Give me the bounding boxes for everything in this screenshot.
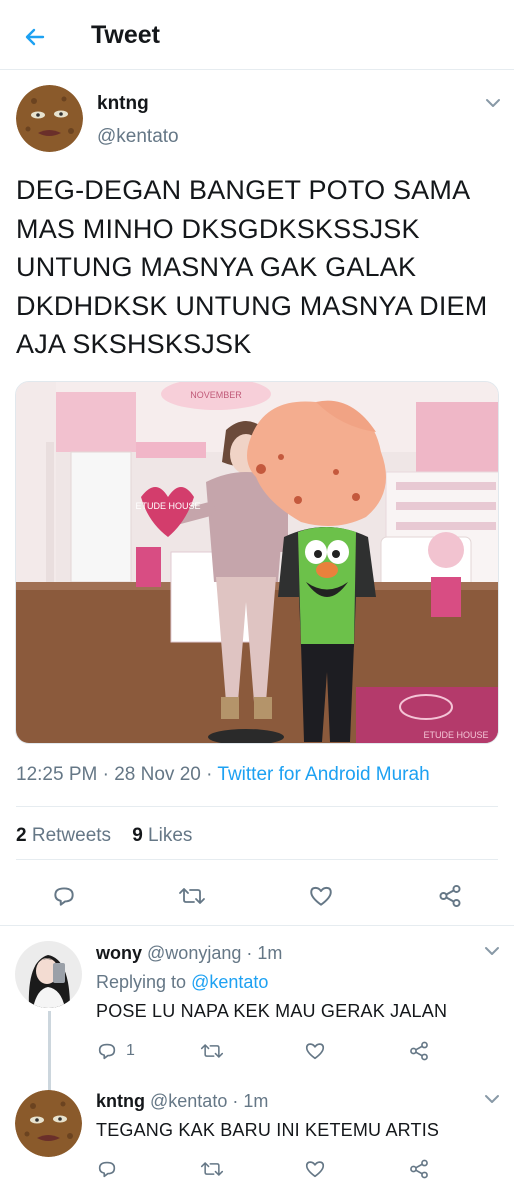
avatar[interactable] xyxy=(15,1090,82,1157)
share-button[interactable] xyxy=(408,1036,430,1066)
replying-to-mention[interactable]: @kentato xyxy=(191,972,268,992)
tweet-stats: 2 Retweets 9 Likes xyxy=(16,825,192,847)
media-sign-text: NOVEMBER xyxy=(190,390,242,400)
share-icon xyxy=(410,1041,428,1061)
share-button[interactable] xyxy=(408,1154,430,1184)
reply-age: 1m xyxy=(243,1091,269,1111)
retweet-button[interactable] xyxy=(200,1154,224,1184)
like-button[interactable] xyxy=(304,1036,326,1066)
chevron-down-icon[interactable] xyxy=(482,941,502,961)
avatar[interactable] xyxy=(16,85,83,152)
replying-to-label: Replying to xyxy=(96,972,192,992)
retweets-label: Retweets xyxy=(26,825,112,846)
like-button[interactable] xyxy=(304,1154,326,1184)
retweets-count: 2 xyxy=(16,825,27,846)
retweet-button[interactable] xyxy=(200,1036,224,1066)
like-button[interactable] xyxy=(301,876,341,916)
reply-author-name[interactable]: wony xyxy=(96,943,142,963)
tweet-source-link[interactable]: Twitter for Android Murah xyxy=(217,764,429,785)
comment-icon xyxy=(54,887,74,906)
tweet-actions xyxy=(0,876,514,924)
avatar[interactable] xyxy=(15,941,82,1008)
arrow-left-icon xyxy=(25,28,45,46)
retweets-stat[interactable]: 2 Retweets xyxy=(16,825,111,846)
top-bar: Tweet xyxy=(0,0,514,70)
reply-actions xyxy=(96,1154,496,1184)
heart-icon xyxy=(305,1043,325,1060)
tweet-time: 12:25 PM xyxy=(16,764,98,785)
meta-separator: · xyxy=(200,764,218,785)
chevron-down-icon[interactable] xyxy=(482,1089,502,1109)
reply-text: POSE LU NAPA KEK MAU GERAK JALAN xyxy=(96,1001,448,1021)
retweet-icon xyxy=(200,1044,224,1058)
meta-separator: · xyxy=(97,764,115,785)
tweet-date: 28 Nov 20 xyxy=(114,764,201,785)
reply-age: 1m xyxy=(257,943,283,963)
reply-count: 1 xyxy=(126,1042,135,1059)
reply-button[interactable] xyxy=(96,1154,118,1184)
reply-actions: 1 xyxy=(96,1036,496,1066)
retweet-icon xyxy=(179,888,205,904)
share-button[interactable] xyxy=(430,876,470,916)
tweet-photo[interactable]: NOVEMBER ETUDE HOUSE ETUDE HOUSE xyxy=(15,381,499,744)
reply-header: wony @wonyjang · 1m xyxy=(96,943,283,963)
tweet-meta: 12:25 PM · 28 Nov 20 · Twitter for Andro… xyxy=(16,764,430,786)
media-heart-text: ETUDE HOUSE xyxy=(135,501,200,511)
likes-label: Likes xyxy=(142,825,193,846)
reply-button[interactable]: 1 xyxy=(96,1036,135,1066)
chevron-down-icon[interactable] xyxy=(483,93,503,113)
reply-header: kntng @kentato · 1m xyxy=(96,1091,269,1111)
share-icon xyxy=(410,1159,428,1179)
author-name[interactable]: kntng xyxy=(97,93,149,115)
reply-author-handle[interactable]: @wonyjang xyxy=(147,943,241,963)
page-title: Tweet xyxy=(91,21,160,49)
divider xyxy=(16,806,498,807)
likes-stat[interactable]: 9 Likes xyxy=(132,825,192,846)
replying-to: Replying to @kentato xyxy=(96,972,268,993)
likes-count: 9 xyxy=(132,825,143,846)
heart-icon xyxy=(310,886,332,906)
reply-text: TEGANG KAK BARU INI KETEMU ARTIS xyxy=(96,1120,440,1140)
comment-icon xyxy=(98,1161,116,1178)
share-icon xyxy=(439,884,461,908)
media-mat-text: ETUDE HOUSE xyxy=(423,730,488,740)
author-handle[interactable]: @kentato xyxy=(97,126,179,148)
heart-icon xyxy=(305,1161,325,1178)
reply-button[interactable] xyxy=(44,876,84,916)
comment-icon xyxy=(98,1043,116,1060)
retweet-button[interactable] xyxy=(172,876,212,916)
reply-author-handle[interactable]: @kentato xyxy=(150,1091,227,1111)
reply-author-name[interactable]: kntng xyxy=(96,1091,145,1111)
retweet-icon xyxy=(200,1162,224,1176)
tweet-text: DEG-DEGAN BANGET POTO SAMA MAS MINHO DKS… xyxy=(16,175,488,359)
section-divider xyxy=(0,925,514,926)
thread-line xyxy=(48,1011,51,1091)
divider xyxy=(16,859,498,860)
back-button[interactable] xyxy=(18,20,52,54)
